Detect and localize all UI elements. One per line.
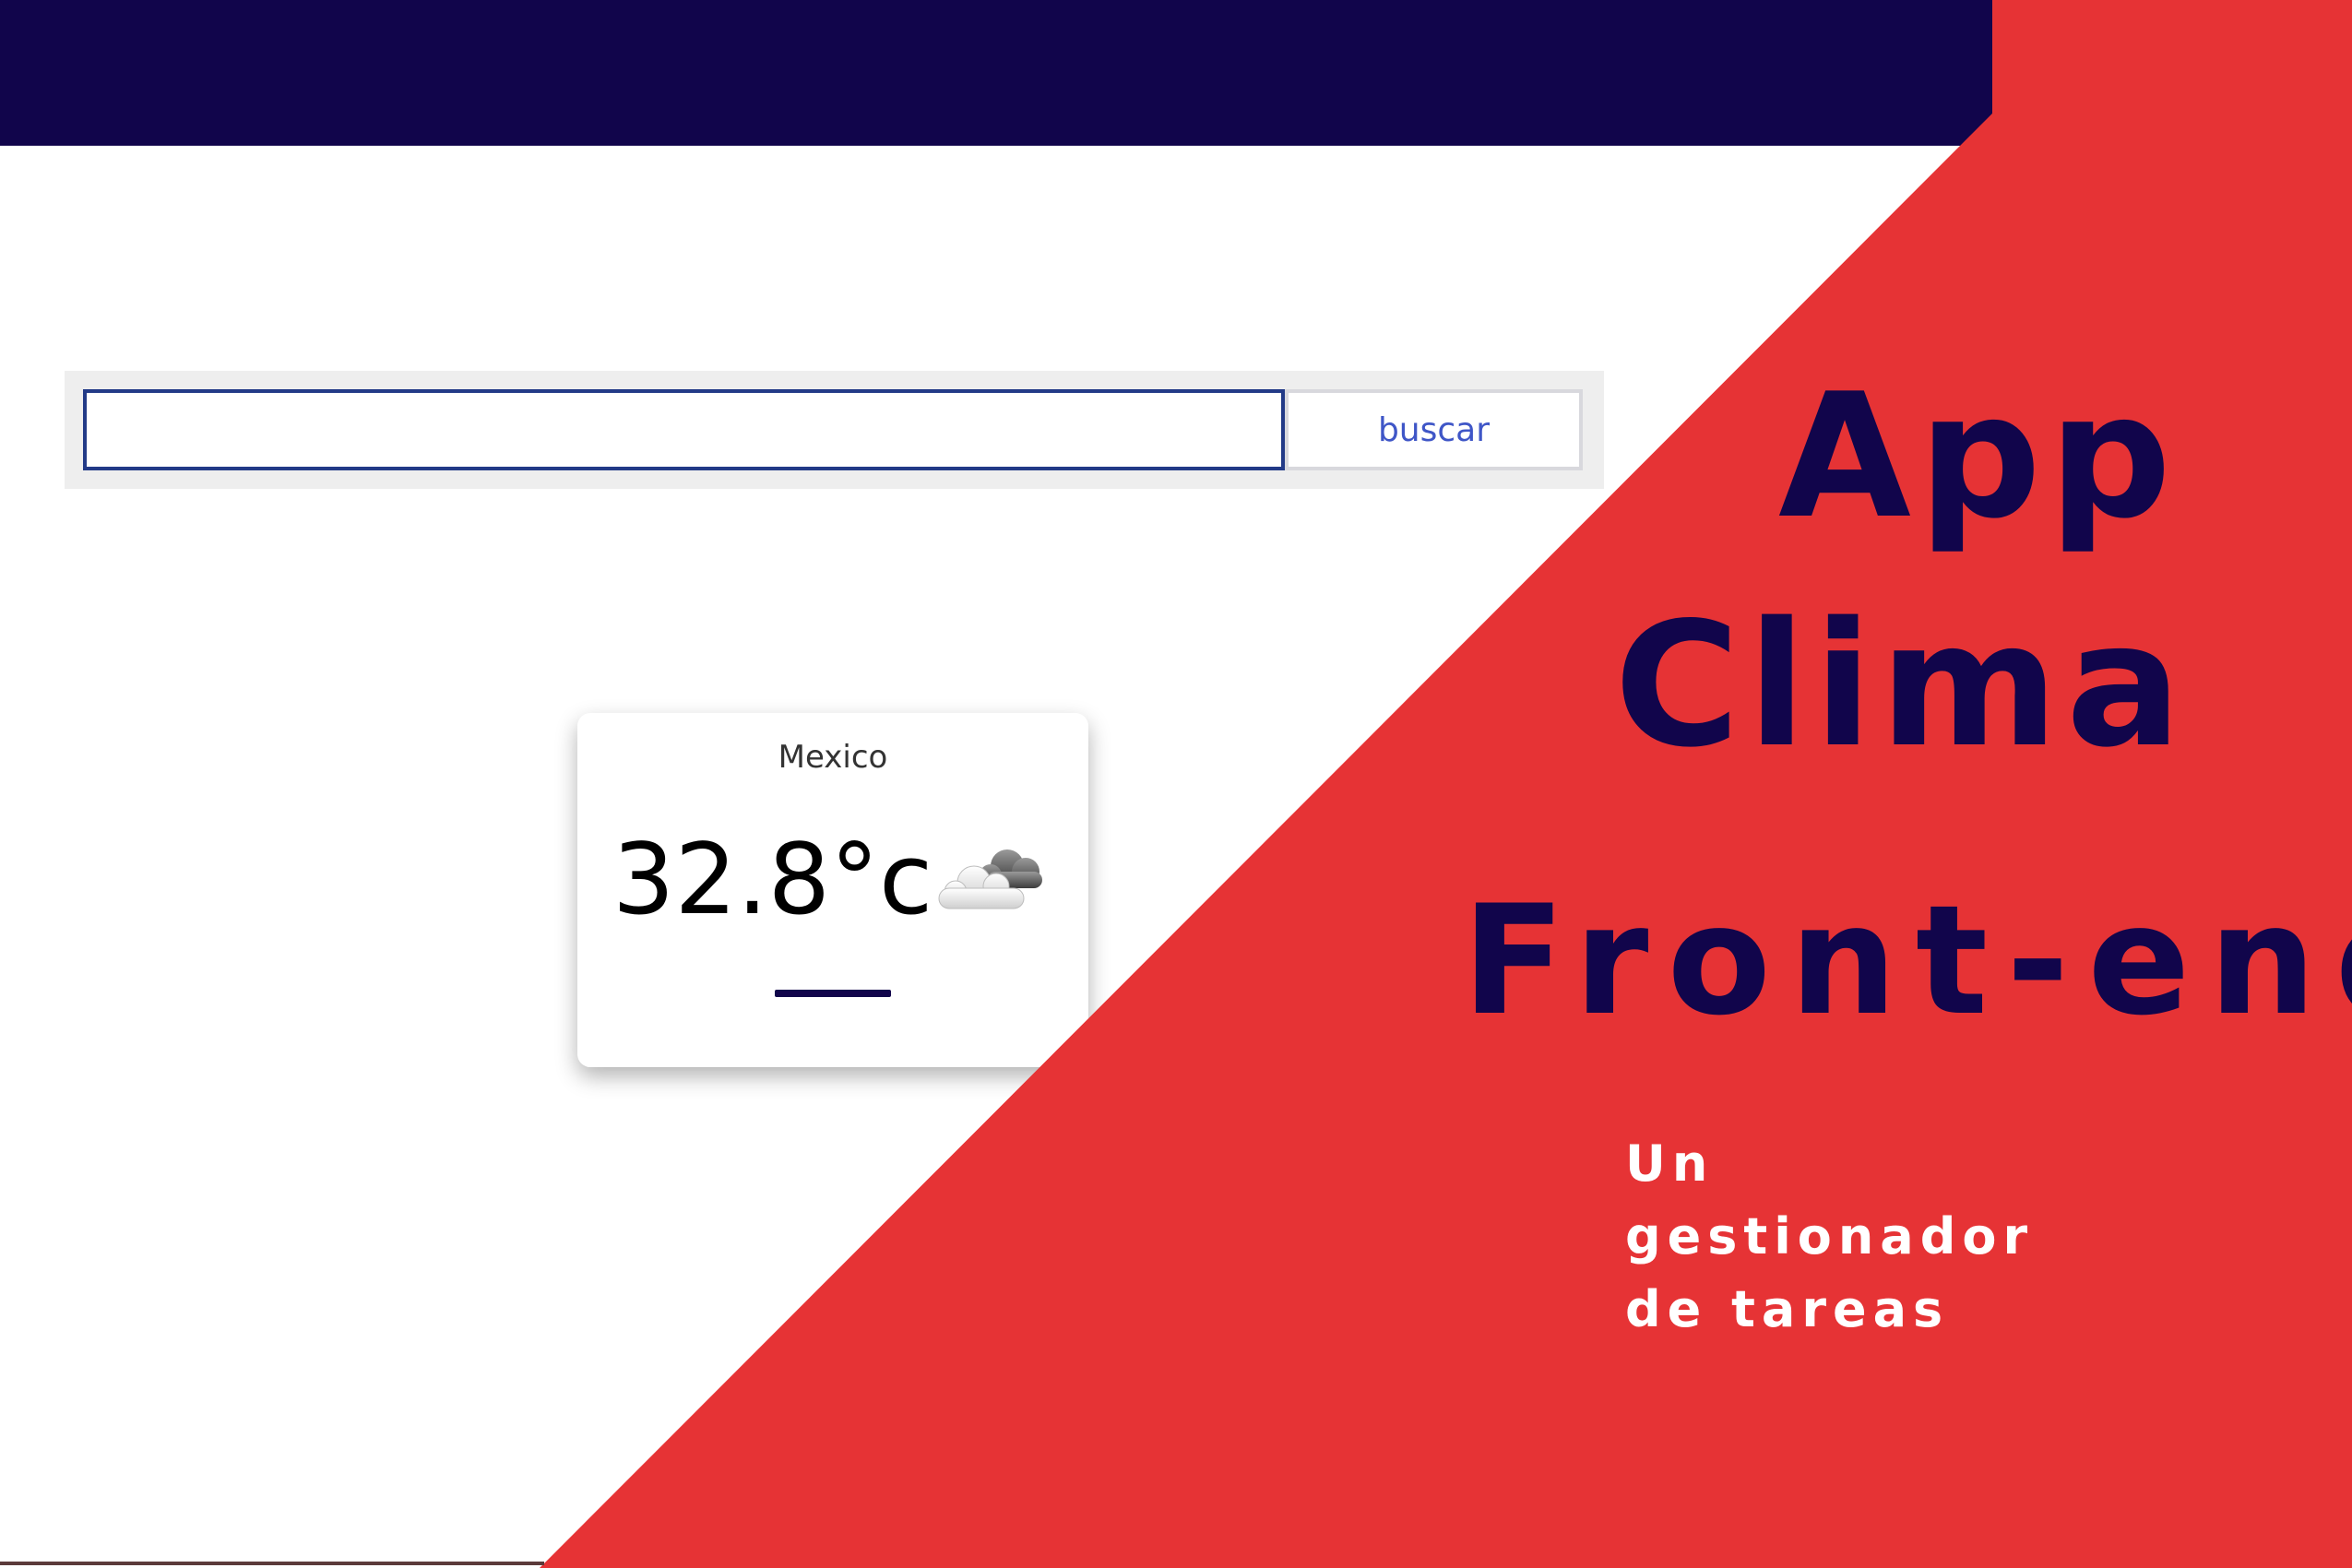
subtitle: Un gestionador de tareas	[1625, 1127, 2034, 1346]
search-button[interactable]: buscar	[1285, 389, 1583, 470]
cloud-icon	[938, 849, 1042, 909]
subtitle-line-3: de tareas	[1625, 1280, 1950, 1338]
title-front-end: Front-end	[1462, 873, 2352, 1049]
temperature-value: 32.8°c	[612, 823, 933, 936]
city-name: Mexico	[778, 739, 888, 776]
bottom-edge-line	[0, 1562, 544, 1565]
subtitle-line-2: gestionador	[1625, 1207, 2035, 1265]
weather-card: Mexico 32.8°c	[577, 713, 1088, 1067]
banner-canvas: buscar Mexico 32.8°c App Clima Front-en …	[0, 0, 2352, 1568]
title-app: App	[1778, 356, 2180, 556]
subtitle-line-1: Un	[1625, 1134, 1715, 1193]
temperature-underline	[775, 990, 891, 997]
search-input[interactable]	[83, 389, 1285, 470]
top-navy-bar	[0, 0, 1992, 146]
title-clima: Clima	[1614, 585, 2190, 785]
